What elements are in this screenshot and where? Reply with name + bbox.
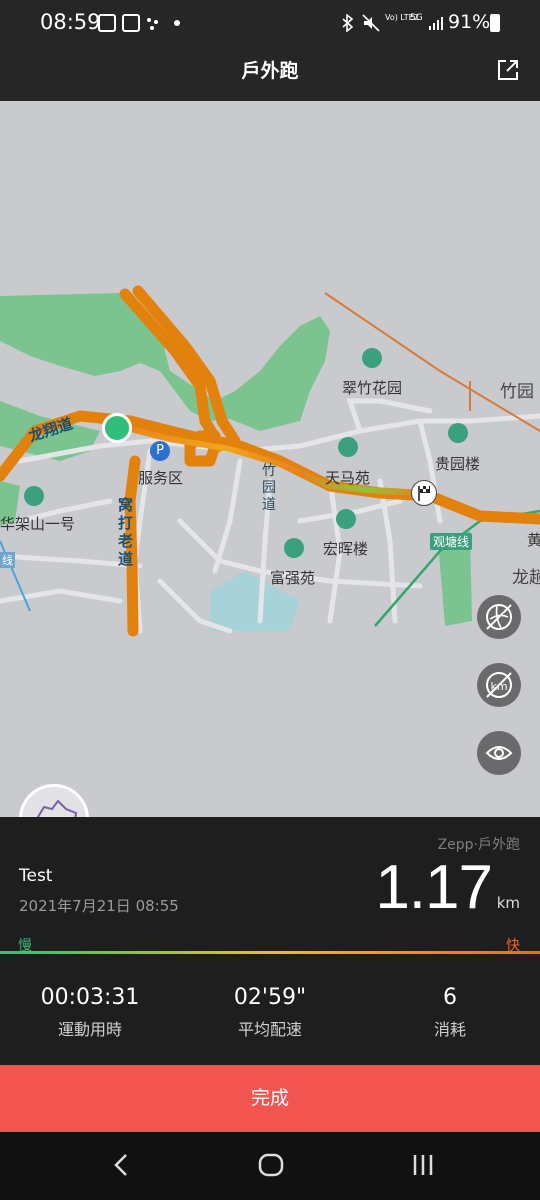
toggle-satellite-button[interactable] [477,595,521,639]
mute-icon [362,14,380,32]
poi-building-icon [448,423,468,443]
stat-duration: 00:03:31 運動用時 [0,985,180,1040]
network-type: 5G [410,13,423,23]
stat-value: 02'59" [233,985,307,1010]
map-label: 竹园 [500,382,534,402]
poi-building-icon [24,486,44,506]
status-time: 08:59 [40,10,101,34]
stat-calories: 6 消耗 [360,985,540,1040]
map-label: 宏晖楼 [323,540,369,558]
stat-pace: 02'59" 平均配速 [180,985,360,1040]
battery-icon [490,14,500,32]
stat-label: 運動用時 [57,1020,122,1039]
map-label: 翠竹花园 [342,379,403,397]
map-label: 服务区 [138,469,184,487]
dots-icon [146,16,160,30]
finish-flag-icon [411,480,437,506]
map-label: 富强苑 [270,569,316,587]
map-label: 竹园道 [262,463,276,513]
pace-fast-label: 快 [506,938,520,954]
view-toggle-eye-button[interactable] [477,731,521,775]
bluetooth-icon [340,13,356,33]
poi-building-icon [336,509,356,529]
map-label: 天马苑 [325,469,371,487]
signal-icon [428,15,444,31]
toggle-km-marker-button[interactable]: km [477,663,521,707]
parking-icon: P [150,441,170,461]
recents-icon[interactable] [408,1150,438,1180]
stat-value: 6 [443,985,457,1010]
battery-percent: 91% [448,11,491,33]
start-marker-icon [102,413,132,443]
user-name: Test [19,866,53,886]
route-map[interactable]: P 龙翔道 服务区 华架山一号 窝打老道 竹园道 翠竹花园 竹园 天马苑 贵园楼… [0,101,540,817]
workout-datetime: 2021年7月21日 08:55 [19,897,179,915]
poi-building-icon [284,538,304,558]
share-icon[interactable] [496,58,520,82]
home-icon[interactable] [256,1150,286,1180]
sigma-icon [122,14,140,32]
stat-label: 消耗 [433,1020,466,1039]
page-title: 戶外跑 [241,60,299,82]
map-label: 贵园楼 [435,455,481,473]
notification-dot-icon [174,20,180,26]
map-label: 窝打老道 [118,496,134,568]
pace-slow-label: 慢 [18,938,32,954]
back-icon[interactable] [108,1150,136,1180]
map-label: 黄 [527,531,540,549]
poi-building-icon [362,348,382,368]
workout-source: Zepp·戶外跑 [437,837,520,853]
stat-value: 00:03:31 [40,985,140,1010]
distance-value: 1.17 [375,853,493,922]
done-button[interactable]: 完成 [0,1065,540,1132]
map-label: 线 [0,552,15,568]
poi-building-icon [338,437,358,457]
pace-gradient-bar [0,940,540,954]
distance-unit: km [496,894,520,912]
stat-label: 平均配速 [237,1020,302,1039]
map-label: 龙趟 [512,568,540,588]
gallery-icon [98,14,116,32]
map-label: 华架山一号 [0,515,76,533]
map-label: 观塘线 [430,533,473,550]
